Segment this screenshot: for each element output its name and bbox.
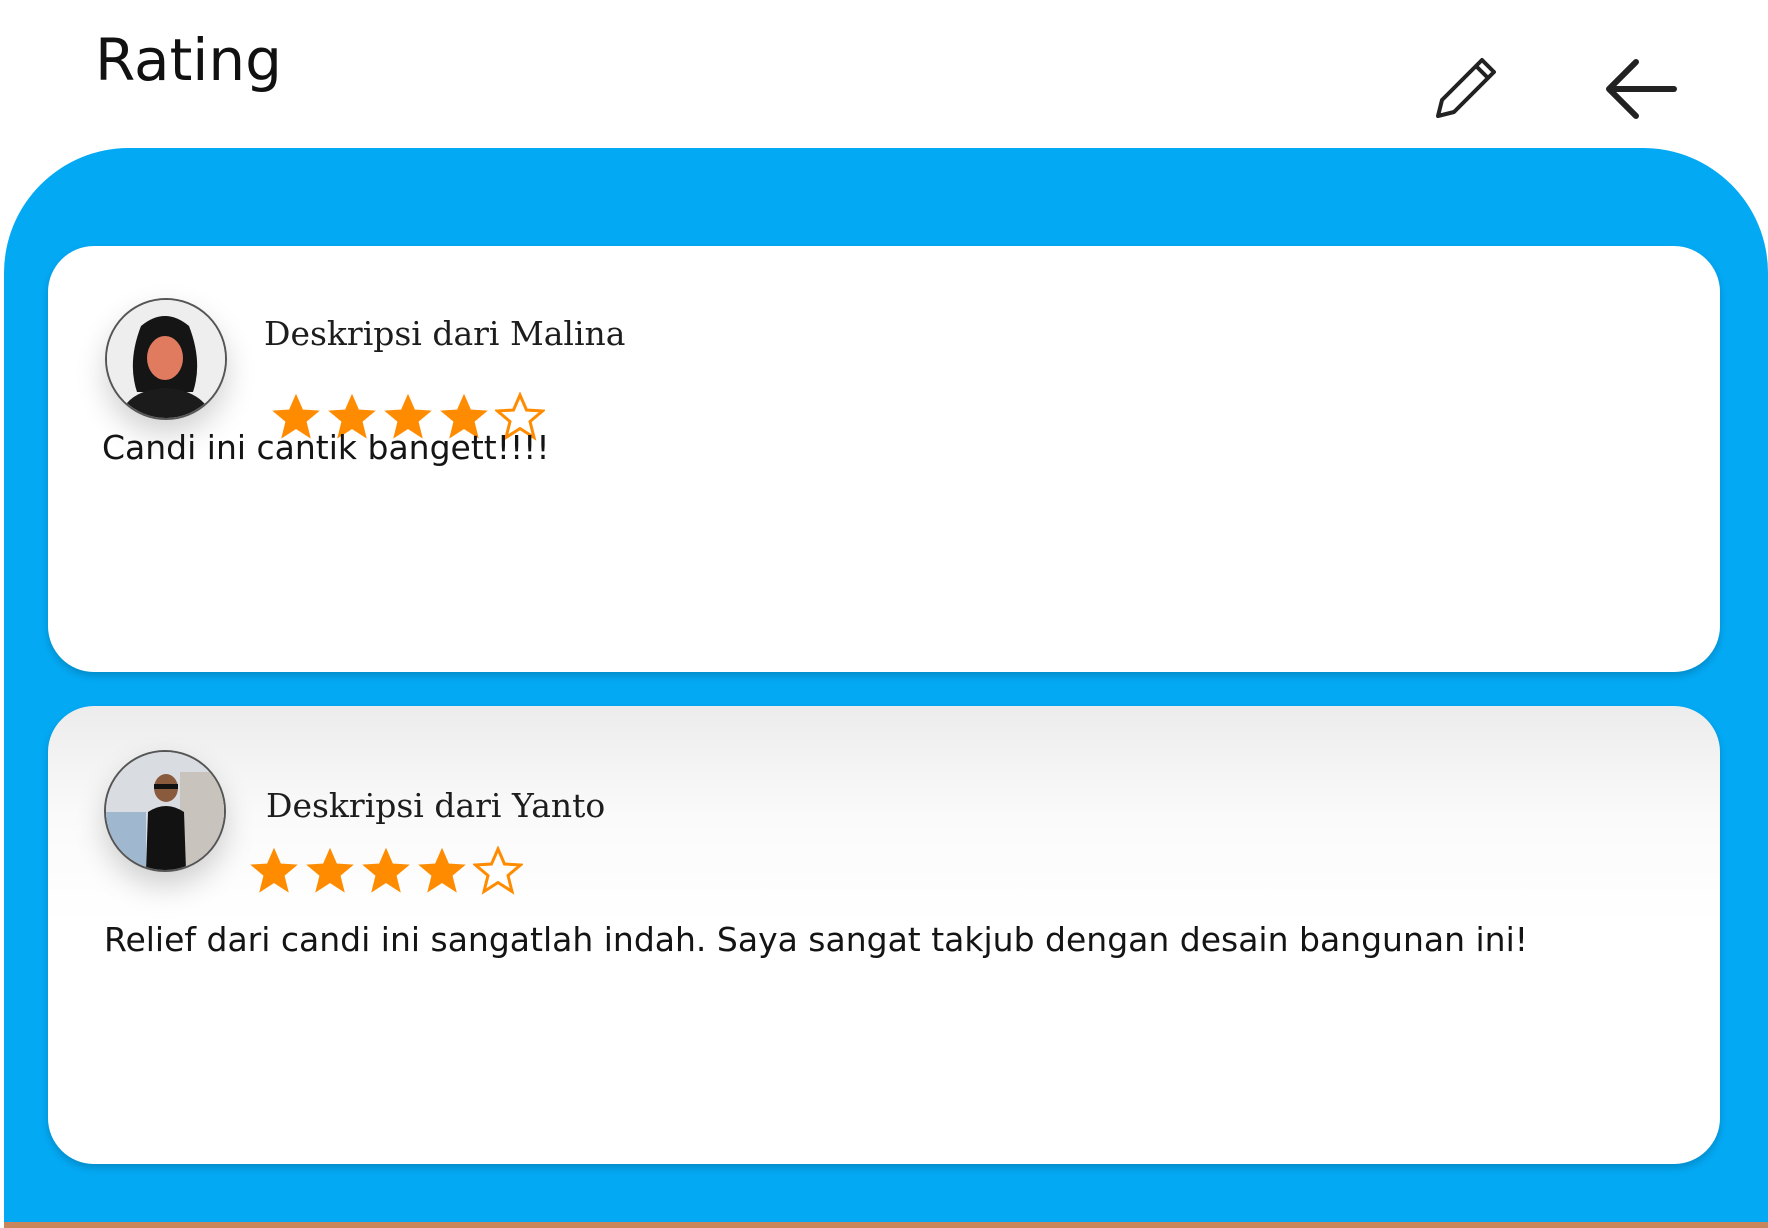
review-card: Deskripsi dari Yanto Relief dari candi i… — [48, 706, 1720, 1164]
avatar — [104, 750, 226, 872]
star-filled-icon — [250, 847, 298, 893]
review-text: Candi ini cantik bangett!!!! — [102, 428, 550, 467]
reviewer-name: Deskripsi dari Yanto — [266, 786, 606, 825]
review-text: Relief dari candi ini sangatlah indah. S… — [104, 920, 1528, 959]
page-title: Rating — [95, 26, 282, 94]
pencil-icon — [1436, 58, 1496, 118]
review-card: Deskripsi dari Malina Candi ini cantik b… — [48, 246, 1720, 672]
star-filled-icon — [362, 847, 410, 893]
avatar — [105, 298, 227, 420]
edit-button[interactable] — [1430, 52, 1502, 124]
person-photo — [106, 752, 224, 870]
reviewer-name: Deskripsi dari Malina — [264, 314, 626, 353]
star-outline-icon — [473, 846, 523, 895]
star-rating — [249, 846, 523, 898]
person-photo — [107, 300, 225, 418]
back-button[interactable] — [1600, 52, 1680, 124]
star-filled-icon — [306, 847, 354, 893]
star-filled-icon — [418, 847, 466, 893]
arrow-left-icon — [1606, 59, 1677, 119]
